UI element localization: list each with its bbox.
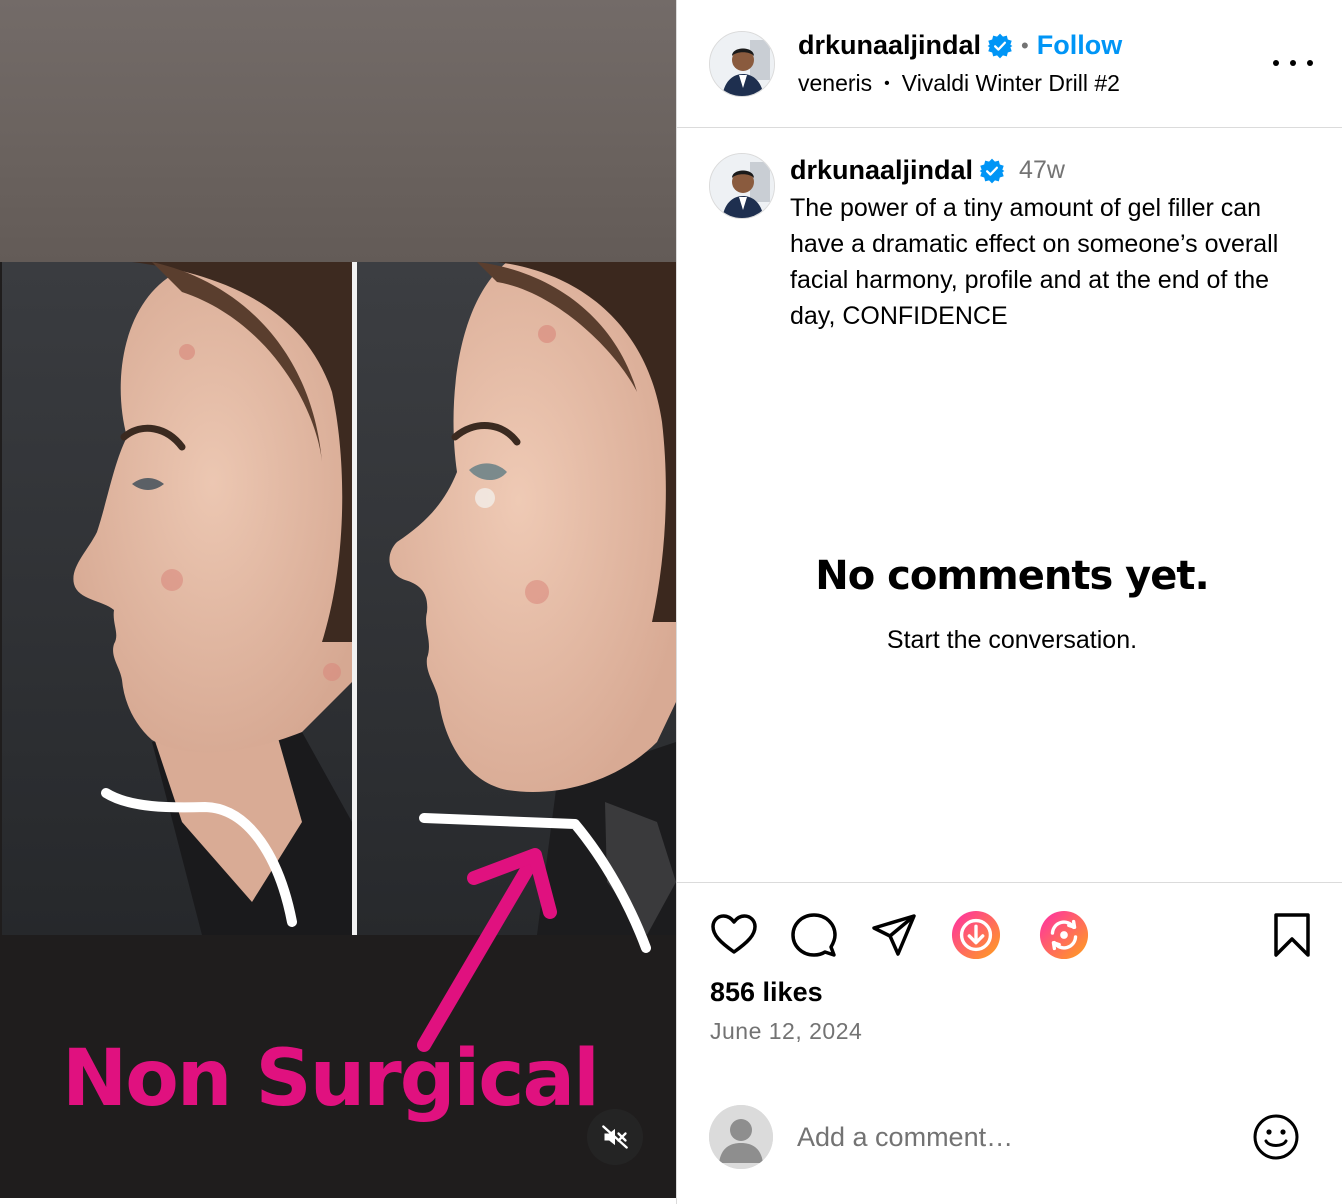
- share-icon: [872, 914, 916, 956]
- verified-badge-icon: [987, 33, 1013, 58]
- caption-timestamp[interactable]: 47w: [1019, 156, 1065, 185]
- audio-artist[interactable]: veneris: [798, 70, 872, 97]
- likes-count[interactable]: 856 likes: [710, 977, 823, 1008]
- heart-icon: [711, 914, 757, 954]
- save-button[interactable]: [1267, 910, 1317, 960]
- after-photo: [357, 262, 676, 935]
- follow-button[interactable]: Follow: [1037, 30, 1122, 61]
- post-details-panel: drkunaaljindal • Follow veneris • Vivald…: [676, 0, 1342, 1204]
- author-avatar[interactable]: [709, 31, 775, 97]
- actions-divider: [677, 882, 1342, 883]
- share-button[interactable]: [869, 910, 919, 960]
- caption-text: The power of a tiny amount of gel filler…: [790, 194, 1279, 330]
- audio-attribution[interactable]: veneris • Vivaldi Winter Drill #2: [798, 70, 1120, 97]
- caption-username[interactable]: drkunaaljindal: [790, 155, 973, 186]
- post-header: drkunaaljindal • Follow veneris • Vivald…: [677, 0, 1342, 128]
- repost-icon: [1039, 910, 1089, 960]
- header-separator: •: [1021, 32, 1029, 58]
- comment-icon: [791, 913, 837, 957]
- media-overlay-caption: Non Surgical: [62, 1034, 600, 1124]
- audio-bullet: •: [884, 74, 890, 92]
- no-comments-subtitle: Start the conversation.: [886, 626, 1138, 654]
- speaker-muted-icon: [602, 1125, 628, 1149]
- verified-badge-icon: [979, 158, 1005, 183]
- caption-user-line: drkunaaljindal 47w: [790, 155, 1065, 186]
- current-user-avatar: [709, 1105, 773, 1169]
- repost-button[interactable]: [1039, 910, 1089, 960]
- like-button[interactable]: [709, 910, 759, 960]
- author-username[interactable]: drkunaaljindal: [798, 30, 981, 61]
- download-button[interactable]: [951, 910, 1001, 960]
- comment-button[interactable]: [789, 910, 839, 960]
- emoji-icon: [1253, 1114, 1299, 1160]
- comment-input[interactable]: [797, 1112, 1237, 1162]
- comment-divider: [677, 1082, 1342, 1083]
- download-icon: [951, 910, 1001, 960]
- audio-track[interactable]: Vivaldi Winter Drill #2: [902, 70, 1120, 97]
- bookmark-icon: [1274, 913, 1310, 957]
- media-top-backdrop: [0, 0, 676, 262]
- post-date[interactable]: June 12, 2024: [710, 1018, 862, 1045]
- no-comments-title: No comments yet.: [815, 553, 1209, 599]
- caption-author-avatar[interactable]: [709, 153, 775, 219]
- before-photo: [2, 262, 352, 935]
- post-media[interactable]: Non Surgical: [0, 0, 676, 1198]
- header-user-line: drkunaaljindal • Follow: [798, 30, 1122, 61]
- emoji-button[interactable]: [1251, 1112, 1301, 1162]
- mute-toggle-button[interactable]: [587, 1109, 643, 1165]
- more-options-icon[interactable]: [1273, 48, 1313, 78]
